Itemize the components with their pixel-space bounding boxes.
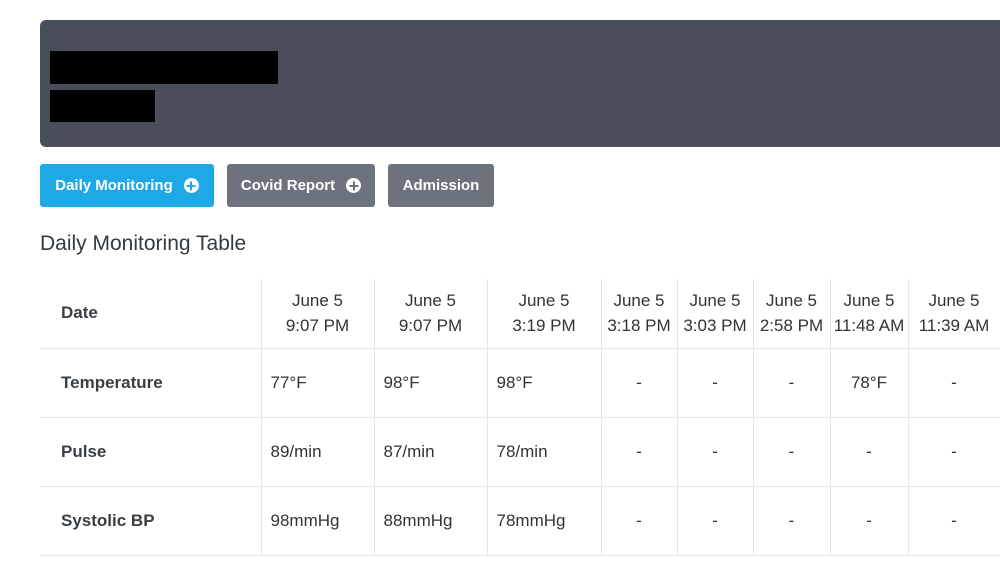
table-cell: - — [752, 417, 830, 487]
table-cell: - — [752, 348, 830, 418]
column-time: 3:19 PM — [512, 316, 576, 336]
table-cell: 87/min — [373, 417, 487, 487]
row-label: Systolic BP — [40, 486, 261, 556]
column-date: June 5 — [613, 291, 665, 311]
column-time: 9:07 PM — [398, 316, 463, 336]
table-cell: 78°F — [829, 348, 908, 418]
table-cell: - — [907, 348, 1000, 418]
column-time: 2:58 PM — [759, 316, 824, 336]
table-cell: - — [907, 417, 1000, 487]
table-cell: - — [829, 486, 908, 556]
column-date: June 5 — [843, 291, 895, 311]
table-cell: - — [600, 417, 677, 487]
table-cell: - — [907, 486, 1000, 556]
monitoring-table: Date June 5 9:07 PM June 5 9:07 PM June 5 3:19… — [40, 279, 1000, 556]
table-row: Temperature 77°F 98°F 98°F - - -78°F - — [40, 348, 1000, 418]
table-cell: - — [752, 486, 830, 556]
table-row: Systolic BP 98mmHg 88mmHg 78mmHg - - - - - — [40, 486, 1000, 556]
table-cell: - — [676, 486, 753, 556]
table-cell: 98°F — [486, 348, 601, 418]
daily-monitoring-label: Daily Monitoring — [55, 177, 173, 194]
plus-circle-icon — [346, 178, 362, 193]
column-header-datetime: June 5 11:39 AM — [907, 279, 1000, 349]
column-date: June 5 — [404, 291, 457, 311]
table-cell: 78/min — [486, 417, 601, 487]
table-cell: 88mmHg — [373, 486, 487, 556]
column-time: 11:39 AM — [918, 316, 990, 336]
column-date: June 5 — [291, 291, 344, 311]
column-header-datetime: June 5 11:48 AM — [829, 279, 908, 349]
column-header-datetime: June 5 9:07 PM — [373, 279, 487, 349]
monitoring-table-container[interactable]: Date June 5 9:07 PM June 5 9:07 PM June 5 3:19… — [40, 279, 1000, 563]
table-header-row: Date June 5 9:07 PM June 5 9:07 PM June 5 3:19… — [40, 279, 1000, 349]
redacted-patient-name — [50, 51, 278, 84]
table-cell: 98mmHg — [260, 486, 374, 556]
table-cell: 78mmHg — [486, 486, 601, 556]
table-cell: 77°F — [260, 348, 374, 418]
table-cell: - — [676, 417, 753, 487]
table-cell: - — [600, 486, 677, 556]
covid-report-label: Covid Report — [240, 177, 336, 194]
column-time: 9:07 PM — [285, 316, 350, 336]
patient-header-panel — [40, 20, 1000, 147]
column-date: June 5 — [518, 291, 570, 311]
table-cell: 89/min — [260, 417, 374, 487]
row-label: Pulse — [40, 417, 261, 487]
redacted-patient-detail — [50, 90, 155, 122]
column-header-datetime: June 5 3:19 PM — [486, 279, 601, 349]
daily-monitoring-button[interactable]: Daily Monitoring — [40, 164, 214, 207]
table-row: Pulse 89/min 87/min 78/min - - - - - — [40, 417, 1000, 487]
column-header-datetime: June 5 9:07 PM — [260, 279, 374, 349]
plus-circle-icon — [183, 178, 199, 193]
column-header-datetime: June 5 3:03 PM — [676, 279, 753, 349]
table-cell: - — [676, 348, 753, 418]
column-date: June 5 — [689, 291, 741, 311]
admission-label: Admission — [402, 177, 480, 194]
column-header-datetime: June 5 2:58 PM — [752, 279, 830, 349]
column-date: June 5 — [765, 291, 818, 311]
table-cell: 98°F — [373, 348, 487, 418]
row-header-date: Date — [40, 279, 261, 349]
column-date: June 5 — [928, 291, 980, 311]
table-cell: - — [829, 417, 908, 487]
column-header-datetime: June 5 3:18 PM — [600, 279, 677, 349]
section-title: Daily Monitoring Table — [40, 232, 247, 255]
covid-report-button[interactable]: Covid Report — [227, 164, 375, 207]
column-time: 3:03 PM — [683, 316, 747, 336]
column-time: 3:18 PM — [607, 316, 671, 336]
column-time: 11:48 AM — [833, 316, 905, 336]
table-cell: - — [600, 348, 677, 418]
admission-button[interactable]: Admission — [388, 164, 494, 207]
row-label: Temperature — [40, 348, 261, 418]
